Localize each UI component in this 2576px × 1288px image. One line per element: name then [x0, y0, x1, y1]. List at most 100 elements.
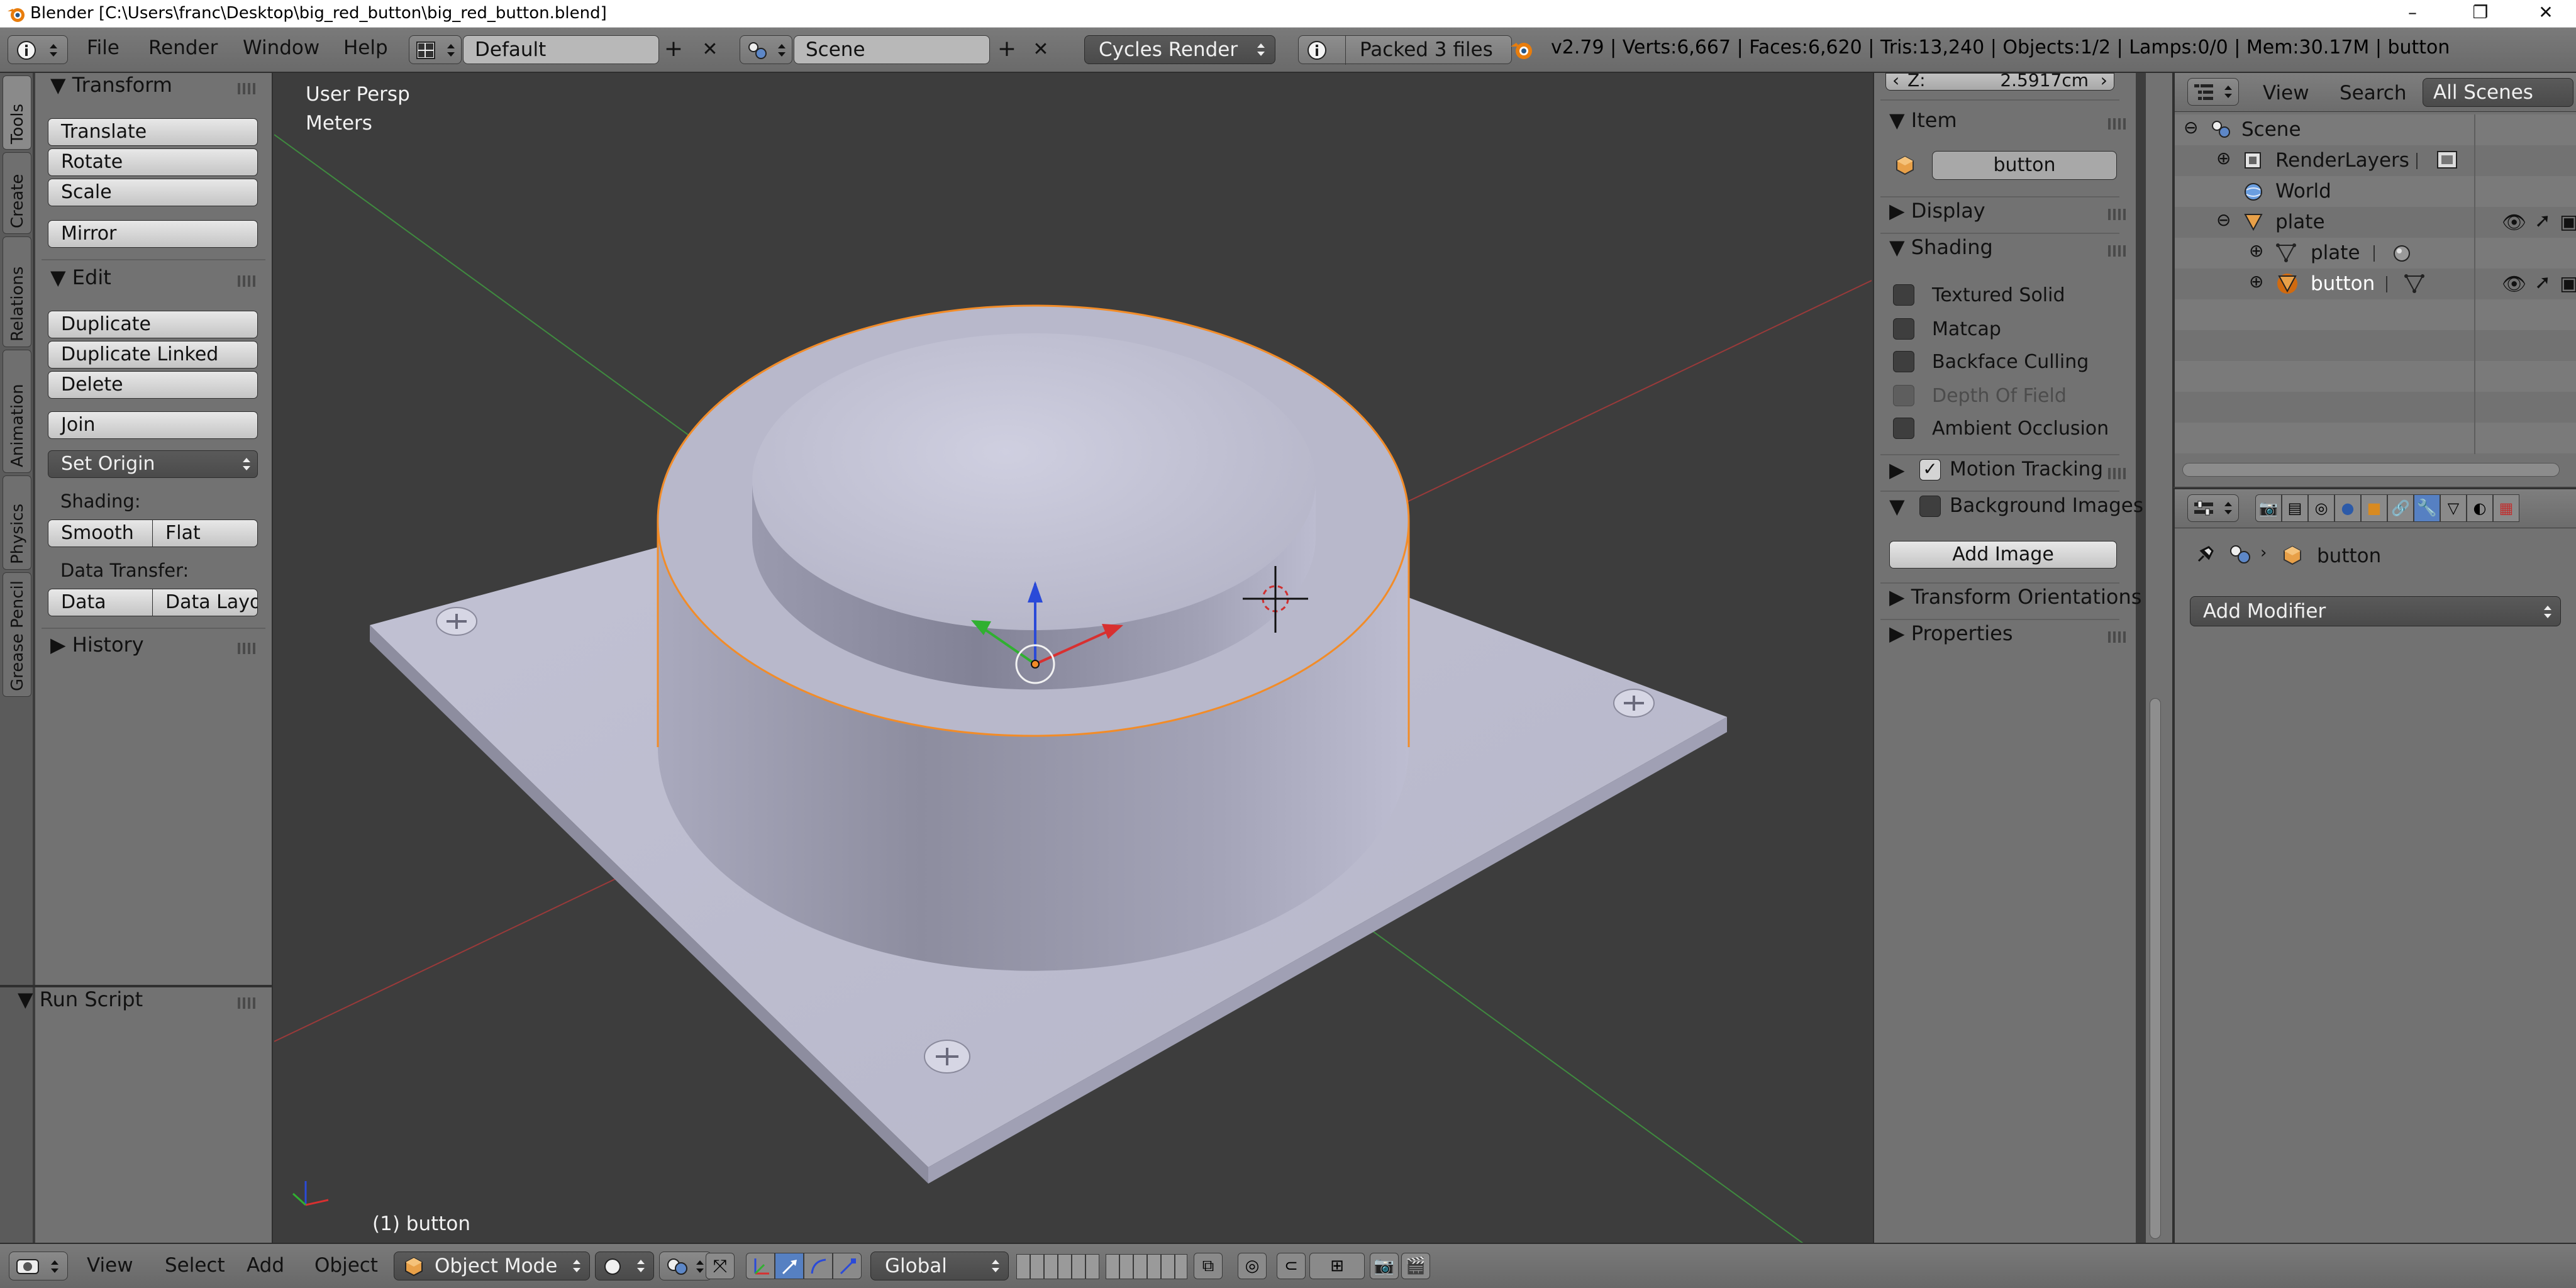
add-layout-icon[interactable]: + — [662, 38, 686, 62]
menu-file[interactable]: File — [87, 36, 119, 59]
tab-relations[interactable]: Relations — [3, 236, 31, 347]
add-scene-icon[interactable]: + — [995, 38, 1019, 62]
rotate-manipulator-toggle[interactable] — [804, 1253, 833, 1279]
display-panel-header[interactable]: ▶ Display — [1889, 199, 1985, 223]
editor-type-selector[interactable] — [2187, 494, 2239, 522]
scale-manipulator-toggle[interactable] — [833, 1253, 862, 1279]
panel-drag-handle[interactable] — [2108, 118, 2127, 130]
tab-tools[interactable]: Tools — [3, 75, 31, 150]
selectable-cursor-icon[interactable]: ➚ — [2534, 271, 2551, 294]
menu-view[interactable]: View — [87, 1254, 133, 1277]
render-camera-icon[interactable]: ▣ — [2560, 272, 2576, 295]
minimize-button[interactable]: – — [2384, 0, 2441, 28]
packed-files-button[interactable]: Packed 3 files — [1298, 35, 1512, 65]
menu-add[interactable]: Add — [247, 1254, 284, 1277]
menu-window[interactable]: Window — [243, 36, 319, 59]
edit-panel-header[interactable]: ▼ Edit — [50, 265, 111, 289]
outliner-row-plate-mesh[interactable]: ⊕ plate — [2175, 238, 2576, 269]
menu-help[interactable]: Help — [343, 36, 388, 59]
scale-button[interactable]: Scale — [48, 179, 258, 206]
snap-element-dropdown[interactable]: ⊞ — [1309, 1253, 1365, 1279]
matcap-checkbox[interactable] — [1893, 318, 1914, 340]
visibility-eye-icon[interactable]: 👁 — [2502, 272, 2526, 296]
item-panel-header[interactable]: ▼ Item — [1889, 108, 1957, 132]
panel-drag-handle[interactable] — [238, 643, 257, 654]
render-engine-dropdown[interactable]: Cycles Render — [1084, 35, 1275, 64]
add-image-button[interactable]: Add Image — [1889, 541, 2117, 569]
location-z-field[interactable]: ‹ Z: 2.5917cm › — [1885, 72, 2114, 91]
outliner-search-menu[interactable]: Search — [2340, 82, 2407, 104]
outliner-row-world[interactable]: World — [2175, 176, 2576, 207]
panel-drag-handle[interactable] — [2108, 468, 2127, 479]
manipulate-center-icon[interactable]: ⤧ — [706, 1253, 735, 1279]
add-modifier-dropdown[interactable]: Add Modifier — [2190, 596, 2561, 626]
history-panel-header[interactable]: ▶ History — [50, 633, 144, 657]
join-button[interactable]: Join — [48, 411, 258, 439]
proportional-editing-icon[interactable]: ◎ — [1238, 1253, 1267, 1279]
world-tab-icon[interactable]: ● — [2334, 494, 2361, 522]
transform-panel-header[interactable]: ▼ Transform — [50, 73, 172, 97]
outliner-row-scene[interactable]: ⊖ Scene — [2175, 114, 2576, 145]
ambient-occlusion-checkbox[interactable] — [1893, 418, 1914, 439]
translate-button[interactable]: Translate — [48, 118, 258, 146]
texture-tab-icon[interactable]: ▦ — [2493, 494, 2519, 522]
delete-button[interactable]: Delete — [48, 371, 258, 399]
backface-culling-checkbox[interactable] — [1893, 351, 1914, 372]
panel-drag-handle[interactable] — [2108, 631, 2127, 643]
data-tab-icon[interactable]: ▽ — [2440, 494, 2467, 522]
run-script-panel-header[interactable]: ▼ Run Script — [18, 987, 143, 1011]
scene-selector[interactable] — [740, 35, 792, 64]
tab-animation[interactable]: Animation — [3, 350, 31, 473]
transform-orientation-dropdown[interactable]: Global — [870, 1252, 1009, 1280]
transform-orientations-panel-header[interactable]: ▶ Transform Orientations — [1889, 585, 2141, 609]
data-transfer-button[interactable]: Data — [48, 589, 153, 616]
pin-icon[interactable] — [2194, 543, 2216, 566]
collapse-toggle-icon[interactable]: ⊖ — [2184, 117, 2198, 138]
scene-layers-row1[interactable] — [1016, 1254, 1099, 1279]
outliner-view-menu[interactable]: View — [2263, 82, 2309, 104]
mirror-button[interactable]: Mirror — [48, 220, 258, 248]
snap-magnet-icon[interactable]: ⊂ — [1277, 1253, 1306, 1279]
properties-panel-header[interactable]: ▶ Properties — [1889, 621, 2013, 645]
render-layers-tab-icon[interactable]: ▤ — [2282, 494, 2308, 522]
display-mode-dropdown[interactable]: All Scenes — [2423, 78, 2573, 107]
screen-layout-field[interactable]: Default — [463, 35, 659, 64]
delete-layout-icon[interactable]: ✕ — [698, 38, 722, 62]
rotate-button[interactable]: Rotate — [48, 148, 258, 176]
menu-render[interactable]: Render — [148, 36, 218, 59]
scrollbar-thumb[interactable] — [2150, 698, 2161, 1239]
restore-button[interactable]: ❐ — [2451, 0, 2509, 28]
manipulator-toggle[interactable] — [746, 1253, 775, 1279]
delete-scene-icon[interactable]: ✕ — [1029, 38, 1053, 62]
panel-drag-handle[interactable] — [2108, 245, 2127, 257]
opengl-animation-icon[interactable]: 🎬 — [1401, 1253, 1430, 1279]
outliner-row-plate[interactable]: ⊖ plate 👁 ➚ ▣ — [2175, 207, 2576, 238]
expand-toggle-icon[interactable]: ⊕ — [2249, 271, 2263, 292]
render-tab-icon[interactable]: 📷 — [2255, 494, 2282, 522]
render-camera-icon[interactable]: ▣ — [2560, 211, 2576, 233]
object-tab-icon[interactable]: ■ — [2361, 494, 2387, 522]
background-images-panel-header[interactable]: ▼ — [1889, 494, 1905, 518]
shading-panel-header[interactable]: ▼ Shading — [1889, 235, 1993, 259]
background-images-checkbox[interactable] — [1919, 496, 1941, 517]
pivot-point-selector[interactable] — [659, 1252, 712, 1280]
motion-tracking-panel-header[interactable]: ▶ — [1889, 458, 1905, 482]
screen-layout-selector[interactable] — [409, 35, 462, 64]
translate-manipulator-toggle[interactable] — [775, 1253, 804, 1279]
visibility-eye-icon[interactable]: 👁 — [2502, 211, 2526, 234]
material-tab-icon[interactable]: ◐ — [2467, 494, 2493, 522]
scene-tab-icon[interactable]: ◎ — [2308, 494, 2334, 522]
menu-object[interactable]: Object — [314, 1254, 378, 1277]
flat-button[interactable]: Flat — [152, 519, 258, 547]
panel-drag-handle[interactable] — [238, 275, 257, 287]
panel-drag-handle[interactable] — [2108, 209, 2127, 220]
smooth-button[interactable]: Smooth — [48, 519, 153, 547]
duplicate-linked-button[interactable]: Duplicate Linked — [48, 341, 258, 369]
data-layout-button[interactable]: Data Layo — [152, 589, 258, 616]
motion-tracking-checkbox[interactable]: ✓ — [1919, 459, 1941, 480]
menu-select[interactable]: Select — [165, 1254, 225, 1277]
panel-drag-handle[interactable] — [238, 83, 257, 94]
tab-physics[interactable]: Physics — [3, 475, 31, 570]
3d-viewport[interactable]: User Persp Meters (1) button — [274, 73, 1872, 1243]
set-origin-dropdown[interactable]: Set Origin — [48, 450, 258, 478]
